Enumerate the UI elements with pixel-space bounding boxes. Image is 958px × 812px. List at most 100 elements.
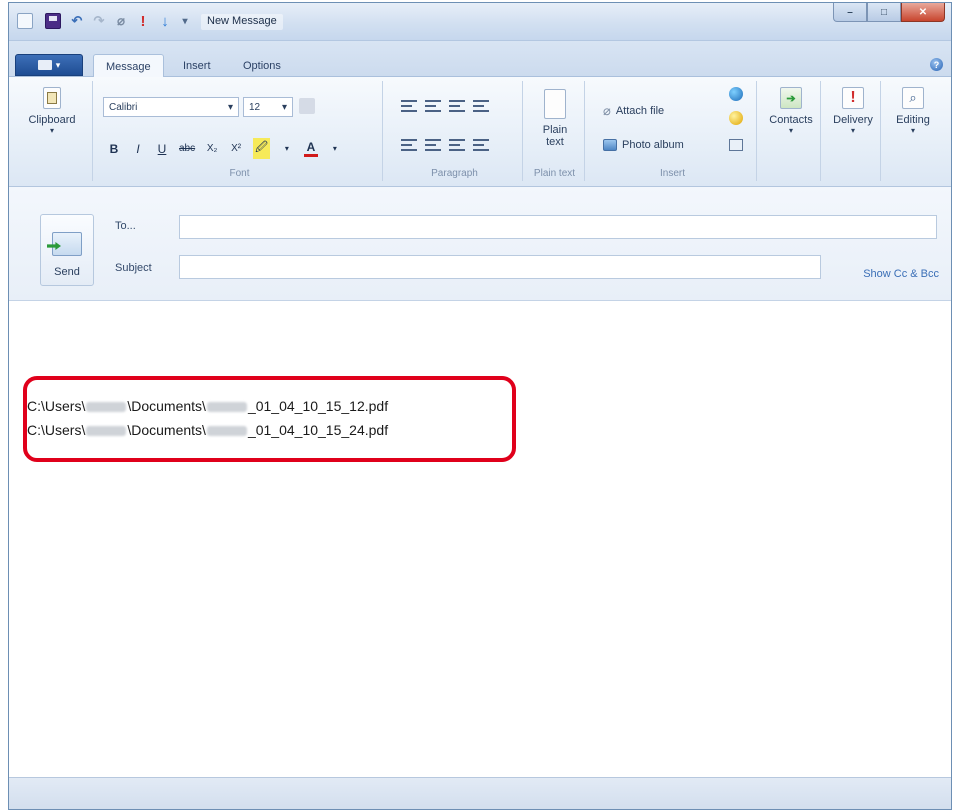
ribbon-tab-row: ▾ Message Insert Options ?: [9, 41, 951, 78]
menu-icon: [37, 60, 52, 70]
plain-text-label-2: text: [546, 136, 564, 148]
attach-file-label: Attach file: [615, 105, 665, 117]
clipboard-icon: [43, 87, 61, 109]
window-controls: – □ ✕: [833, 3, 945, 22]
menu-arrow: ▾: [55, 59, 61, 70]
clipboard-button[interactable]: Clipboard ▾: [19, 87, 85, 135]
strikethrough-button[interactable]: abc: [179, 143, 195, 154]
superscript-button[interactable]: X²: [229, 143, 243, 154]
customize-icon[interactable]: ▾: [177, 13, 193, 29]
font-size-value: 12: [249, 101, 261, 113]
grow-font-icon[interactable]: [299, 98, 315, 114]
insert-group: ⌀ Attach file Photo album Insert: [589, 81, 757, 181]
to-label[interactable]: To...: [115, 220, 136, 232]
paperclip-icon: ⌀: [603, 103, 611, 118]
chevron-down-icon: ▾: [332, 144, 337, 153]
show-cc-bcc-link[interactable]: Show Cc & Bcc: [863, 268, 939, 280]
compose-header: Send To... Subject Show Cc & Bcc: [9, 187, 951, 301]
bullets-icon[interactable]: [401, 99, 417, 113]
delivery-group: ! Delivery ▾: [825, 81, 881, 181]
stationery-icon[interactable]: [729, 139, 743, 151]
redo-icon[interactable]: ↷: [91, 13, 107, 29]
align-right-icon[interactable]: [449, 138, 465, 152]
photo-album-label: Photo album: [622, 139, 684, 151]
plain-text-group-label: Plain text: [533, 168, 576, 179]
window-title: New Message: [201, 14, 283, 30]
font-size-select[interactable]: 12 ▾: [243, 97, 293, 117]
message-body[interactable]: C:\Users\ \Documents\ _01_04_10_15_12.pdf …: [9, 301, 951, 777]
editing-button[interactable]: ⌕ Editing ▾: [887, 87, 939, 135]
chevron-down-icon: ▾: [284, 144, 289, 153]
ribbon: Clipboard ▾ Calibri ▾ 12 ▾ B I U abc X₂ …: [9, 77, 951, 187]
attach-icon[interactable]: ⌀: [113, 13, 129, 29]
help-icon[interactable]: ?: [930, 58, 943, 71]
insert-group-label: Insert: [659, 168, 685, 179]
title-bar: ↶ ↷ ⌀ ! ↓ ▾ New Message – □ ✕: [9, 3, 951, 41]
font-group-label: Font: [229, 168, 250, 179]
plain-text-label-1: Plain: [542, 124, 568, 136]
delivery-label: Delivery: [833, 114, 873, 126]
send-icon: [52, 232, 82, 256]
contacts-label: Contacts: [769, 114, 813, 126]
tab-message[interactable]: Message: [93, 54, 164, 78]
bold-button[interactable]: B: [107, 142, 121, 156]
align-left-icon[interactable]: [401, 138, 417, 152]
to-input[interactable]: [179, 215, 937, 239]
font-family-select[interactable]: Calibri ▾: [103, 97, 239, 117]
send-button[interactable]: Send: [40, 214, 94, 286]
contacts-button[interactable]: ➔ Contacts ▾: [765, 87, 817, 135]
paragraph-group: Paragraph: [387, 81, 523, 181]
close-button[interactable]: ✕: [901, 3, 945, 22]
high-priority-icon[interactable]: !: [135, 13, 151, 30]
align-center-icon[interactable]: [425, 138, 441, 152]
plain-text-icon: [544, 89, 566, 119]
subject-label: Subject: [115, 262, 152, 274]
globe-icon[interactable]: [729, 87, 743, 101]
paragraph-group-label: Paragraph: [431, 168, 478, 179]
chevron-down-icon: ▾: [227, 101, 233, 113]
subscript-button[interactable]: X₂: [205, 143, 219, 154]
numbering-icon[interactable]: [425, 99, 441, 113]
highlight-color-button[interactable]: 🖉: [253, 138, 270, 159]
priority-icon: !: [842, 87, 864, 109]
font-color-button[interactable]: A: [303, 140, 318, 157]
format-buttons: B I U abc X₂ X² 🖉 ▾ A ▾: [107, 138, 342, 159]
editing-icon: ⌕: [902, 87, 924, 109]
maximize-button[interactable]: □: [867, 3, 901, 22]
subject-input[interactable]: [179, 255, 821, 279]
font-family-value: Calibri: [109, 101, 138, 113]
italic-button[interactable]: I: [131, 142, 145, 156]
undo-icon[interactable]: ↶: [69, 13, 85, 29]
contacts-icon: ➔: [780, 87, 802, 109]
plain-text-group: Plain text Plain text: [525, 81, 585, 181]
align-buttons: [401, 138, 489, 152]
save-icon[interactable]: [45, 13, 61, 29]
annotation-highlight-box: [23, 376, 516, 462]
plain-text-button[interactable]: Plain text: [531, 89, 579, 148]
editing-group: ⌕ Editing ▾: [883, 81, 945, 181]
tab-options[interactable]: Options: [231, 54, 293, 77]
message-window: ↶ ↷ ⌀ ! ↓ ▾ New Message – □ ✕ ▾ Message …: [8, 2, 952, 810]
tab-insert[interactable]: Insert: [171, 54, 223, 77]
send-label: Send: [54, 266, 80, 278]
low-priority-icon[interactable]: ↓: [157, 13, 173, 30]
document-icon[interactable]: [17, 13, 33, 29]
increase-indent-icon[interactable]: [473, 99, 489, 113]
underline-button[interactable]: U: [155, 142, 169, 156]
delivery-button[interactable]: ! Delivery ▾: [827, 87, 879, 135]
status-bar: [9, 777, 951, 809]
clipboard-group: Clipboard ▾: [13, 81, 93, 181]
font-group: Calibri ▾ 12 ▾ B I U abc X₂ X² 🖉 ▾ A ▾ F…: [97, 81, 383, 181]
decrease-indent-icon[interactable]: [449, 99, 465, 113]
contacts-group: ➔ Contacts ▾: [761, 81, 821, 181]
attach-file-button[interactable]: ⌀ Attach file: [603, 103, 664, 119]
clipboard-label: Clipboard: [28, 114, 76, 126]
photo-album-button[interactable]: Photo album: [603, 139, 684, 151]
justify-icon[interactable]: [473, 138, 489, 152]
emoticon-icon[interactable]: [729, 111, 743, 125]
minimize-button[interactable]: –: [833, 3, 867, 22]
photo-icon: [603, 139, 617, 151]
app-menu-button[interactable]: ▾: [15, 54, 83, 76]
editing-label: Editing: [896, 114, 930, 126]
chevron-down-icon: ▾: [281, 101, 287, 113]
